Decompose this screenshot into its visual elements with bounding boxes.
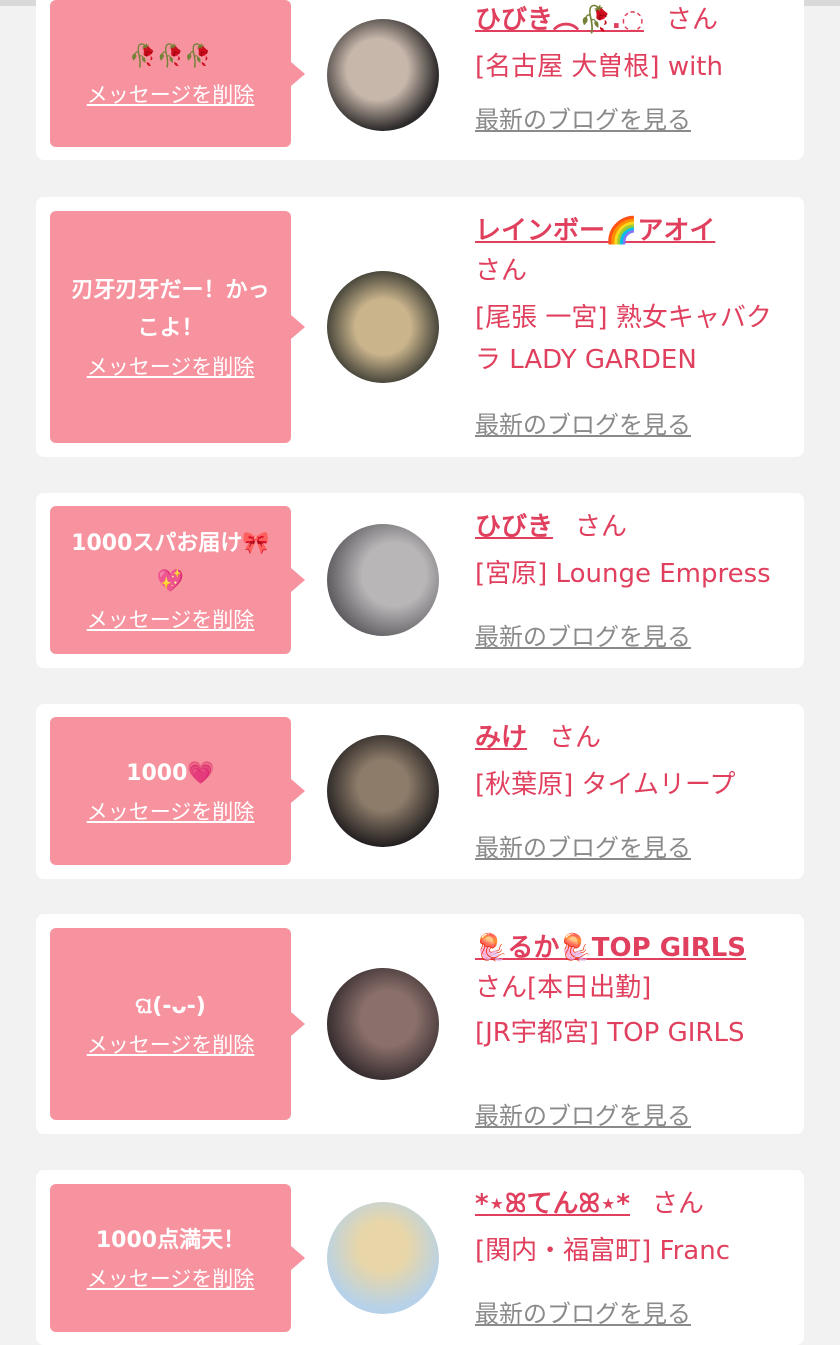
message-card: 🥀🥀🥀 メッセージを削除 ひびき︵🥀.◌ さん [名古屋 大曽根] with 最新… (36, 0, 804, 160)
latest-blog-link[interactable]: 最新のブログを見る (475, 100, 691, 135)
avatar[interactable] (327, 19, 439, 131)
message-card: 1000点満天！ メッセージを削除 *⋆ꕤてんꕤ⋆* さん [関内・福富町] Fr… (36, 1170, 804, 1345)
delete-message-link[interactable]: メッセージを削除 (87, 1030, 255, 1060)
profile-name-link[interactable]: *⋆ꕤてんꕤ⋆* (475, 1189, 630, 1219)
message-bubble: ଘ(-ᴗ-) メッセージを削除 (50, 928, 305, 1120)
shop-info: [名古屋 大曽根] with (475, 52, 723, 82)
latest-blog-link[interactable]: 最新のブログを見る (475, 617, 691, 652)
honorific: さん (475, 256, 528, 286)
profile-info: *⋆ꕤてんꕤ⋆* さん [関内・福富町] Franc 最新のブログを見る (475, 1184, 795, 1328)
name-line: みけ さん (475, 718, 795, 758)
delete-message-link[interactable]: メッセージを削除 (87, 352, 255, 382)
latest-blog-link[interactable]: 最新のブログを見る (475, 828, 691, 863)
honorific-line: さん[本日出勤] (475, 968, 795, 1008)
message-bubble: 🥀🥀🥀 メッセージを削除 (50, 0, 305, 147)
profile-name-link[interactable]: みけ (475, 723, 527, 753)
name-line: 🪼るか🪼TOP GIRLS (475, 928, 795, 968)
name-line: レインボー🌈アオイ (475, 211, 795, 251)
profile-name-link[interactable]: ひびき︵🥀.◌ (475, 5, 644, 35)
shop-info: [尾張 一宮] 熟女キャバクラ LADY GARDEN (475, 303, 772, 375)
latest-blog-link[interactable]: 最新のブログを見る (475, 1294, 691, 1329)
message-card: 1000スパお届け🎀💖 メッセージを削除 ひびき さん [宮原] Lounge E… (36, 493, 804, 668)
profile-name-link[interactable]: 🪼るか🪼TOP GIRLS (475, 933, 746, 963)
message-text: 1000点満天！ (95, 1228, 246, 1253)
message-bubble: 1000スパお届け🎀💖 メッセージを削除 (50, 506, 305, 654)
message-card: ଘ(-ᴗ-) メッセージを削除 🪼るか🪼TOP GIRLS さん[本日出勤] [… (36, 914, 804, 1134)
shop-info: [関内・福富町] Franc (475, 1236, 731, 1266)
honorific: さん (475, 973, 528, 1003)
shop-status: [本日出勤] (527, 973, 652, 1003)
shop-info: [JR宇都宮] TOP GIRLS (475, 1018, 745, 1048)
delete-message-link[interactable]: メッセージを削除 (87, 80, 255, 110)
shop-info: [宮原] Lounge Empress (475, 559, 771, 589)
message-bubble: 1000💗 メッセージを削除 (50, 717, 305, 865)
message-card: 刃牙刃牙だー！かっこよ！ メッセージを削除 レインボー🌈アオイ さん [尾張 一… (36, 197, 804, 457)
message-card: 1000💗 メッセージを削除 みけ さん [秋葉原] タイムリープ 最新のブログを… (36, 704, 804, 879)
message-text: 1000💗 (126, 761, 215, 786)
message-text: 🥀🥀🥀 (129, 43, 212, 69)
avatar[interactable] (327, 524, 439, 636)
honorific: さん (665, 5, 718, 35)
avatar[interactable] (327, 735, 439, 847)
honorific: さん (575, 512, 628, 542)
avatar[interactable] (327, 271, 439, 383)
delete-message-link[interactable]: メッセージを削除 (87, 797, 255, 827)
profile-info: レインボー🌈アオイ さん [尾張 一宮] 熟女キャバクラ LADY GARDEN… (475, 211, 795, 439)
avatar[interactable] (327, 1202, 439, 1314)
delete-message-link[interactable]: メッセージを削除 (87, 605, 255, 635)
profile-info: ひびき︵🥀.◌ さん [名古屋 大曽根] with 最新のブログを見る (475, 0, 795, 134)
message-bubble: 刃牙刃牙だー！かっこよ！ メッセージを削除 (50, 211, 305, 443)
latest-blog-link[interactable]: 最新のブログを見る (475, 405, 691, 440)
delete-message-link[interactable]: メッセージを削除 (87, 1264, 255, 1294)
latest-blog-link[interactable]: 最新のブログを見る (475, 1096, 691, 1131)
honorific: さん (652, 1189, 705, 1219)
name-line: *⋆ꕤてんꕤ⋆* さん (475, 1184, 795, 1224)
name-line: ひびき さん (475, 507, 795, 547)
profile-name-link[interactable]: レインボー🌈アオイ (475, 216, 715, 246)
message-bubble: 1000点満天！ メッセージを削除 (50, 1184, 305, 1332)
message-text: ଘ(-ᴗ-) (135, 994, 206, 1019)
profile-info: みけ さん [秋葉原] タイムリープ 最新のブログを見る (475, 718, 795, 862)
profile-info: ひびき さん [宮原] Lounge Empress 最新のブログを見る (475, 507, 795, 651)
honorific-line: さん (475, 251, 795, 291)
shop-info: [秋葉原] タイムリープ (475, 770, 736, 800)
message-text: 刃牙刃牙だー！かっこよ！ (71, 278, 270, 341)
profile-name-link[interactable]: ひびき (475, 512, 553, 542)
message-text: 1000スパお届け🎀💖 (71, 531, 270, 594)
avatar[interactable] (327, 968, 439, 1080)
honorific: さん (549, 723, 602, 753)
profile-info: 🪼るか🪼TOP GIRLS さん[本日出勤] [JR宇都宮] TOP GIRLS… (475, 928, 795, 1130)
name-line: ひびき︵🥀.◌ さん (475, 0, 795, 40)
